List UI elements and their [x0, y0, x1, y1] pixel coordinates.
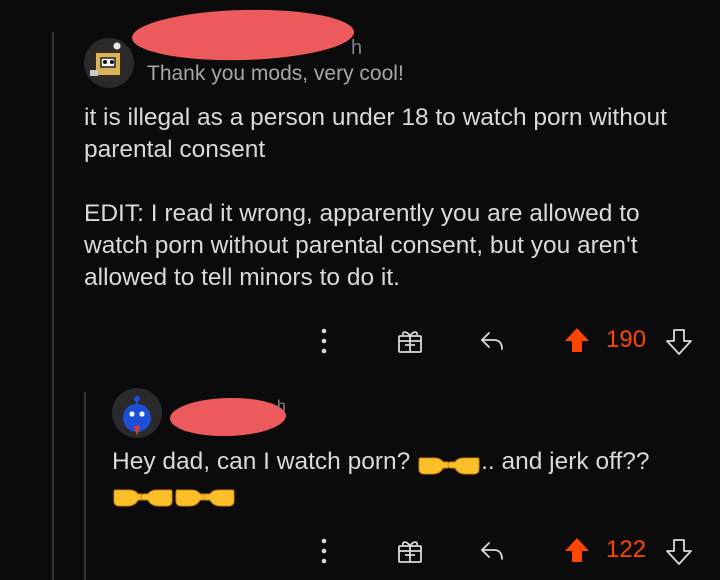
point-emoji-row — [113, 489, 235, 507]
comment-paragraph-edit: EDIT: I read it wrong, apparently you ar… — [84, 200, 640, 291]
emoji-group-inline — [417, 448, 481, 478]
more-vertical-icon[interactable] — [312, 326, 336, 356]
downvote-icon[interactable] — [664, 326, 694, 358]
emoji-line — [112, 480, 712, 519]
point-left-emoji — [140, 489, 173, 507]
avatar[interactable] — [112, 388, 162, 438]
comment-paragraph: it is illegal as a person under 18 to wa… — [84, 104, 667, 163]
reply-icon[interactable] — [476, 536, 508, 566]
redacted-username — [169, 396, 287, 438]
comment-text-after: .. and jerk off?? — [481, 448, 650, 475]
comment-paragraph: Hey dad, can I watch porn? .. and jerk o… — [112, 446, 712, 478]
vote-score: 190 — [606, 326, 647, 353]
gift-icon[interactable] — [394, 535, 426, 567]
username-fragment: h — [277, 398, 286, 415]
more-vertical-icon[interactable] — [312, 536, 336, 566]
point-right-emoji — [113, 489, 146, 507]
point-right-emoji — [418, 457, 451, 475]
avatar[interactable] — [84, 38, 134, 88]
avatar-image — [90, 41, 122, 77]
point-left-emoji — [447, 457, 480, 475]
point-right-emoji — [175, 489, 208, 507]
upvote-icon[interactable] — [562, 324, 592, 356]
user-flair: Thank you mods, very cool! — [147, 62, 404, 85]
avatar-image — [123, 396, 151, 436]
username-fragment: h — [351, 37, 363, 59]
comment-body: it is illegal as a person under 18 to wa… — [84, 102, 704, 294]
redacted-username — [131, 7, 355, 63]
downvote-icon[interactable] — [664, 536, 694, 568]
vote-score: 122 — [606, 536, 647, 563]
comment-body: Hey dad, can I watch porn? .. and jerk o… — [112, 446, 712, 519]
comment-text: Hey dad, can I watch porn? — [112, 448, 411, 475]
thread-line-outer[interactable] — [52, 32, 54, 580]
point-left-emoji — [202, 489, 235, 507]
gift-icon[interactable] — [394, 325, 426, 357]
reply-icon[interactable] — [476, 326, 508, 356]
upvote-icon[interactable] — [562, 534, 592, 566]
point-emoji-pair — [418, 457, 480, 475]
thread-line-inner[interactable] — [84, 392, 86, 580]
